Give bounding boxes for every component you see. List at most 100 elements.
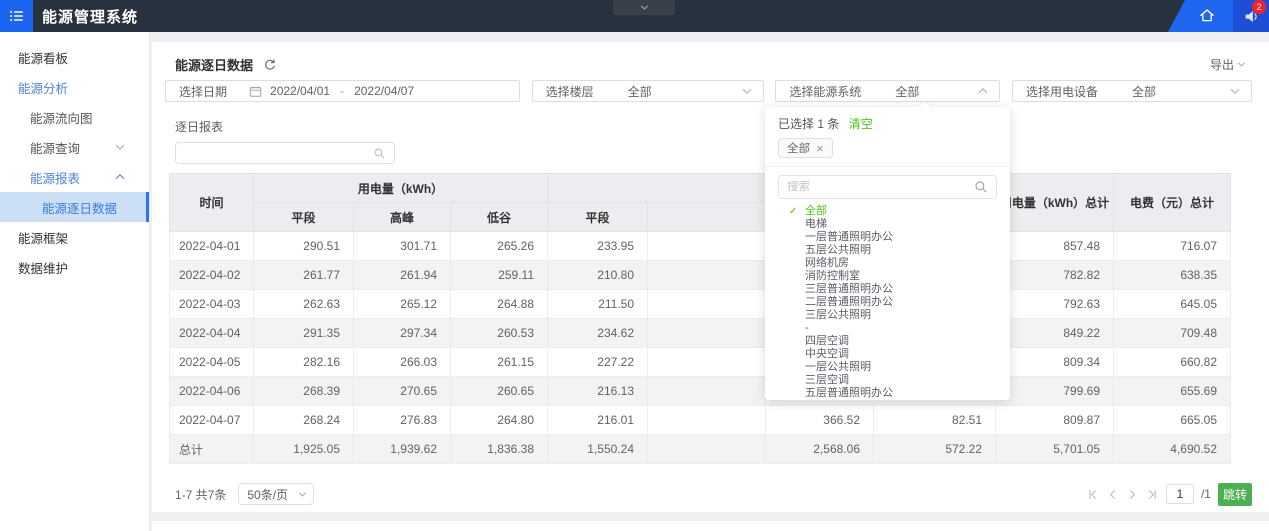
- dropdown-option[interactable]: 一层普通照明办公: [765, 231, 1010, 244]
- dropdown-option[interactable]: 网络机房: [765, 257, 1010, 270]
- sidebar-item-energy-analysis[interactable]: 能源分析: [0, 72, 149, 102]
- dropdown-option-label: 三层空调: [805, 374, 849, 386]
- dropdown-option-label: 四层空调: [805, 335, 849, 347]
- section-title: 逐日报表: [175, 118, 223, 135]
- energy-system-dropdown-panel: 已选择 1 条 清空 全部 × ✓全部电梯一层普通照明办公五层公共照明网络机房消…: [765, 107, 1010, 400]
- sidebar-item-data-maintenance[interactable]: 数据维护: [0, 252, 149, 282]
- chevron-right-icon: [1126, 488, 1139, 501]
- table-row: 2022-04-07268.24276.83264.80216.01366.52…: [170, 406, 1231, 435]
- dropdown-option-list: ✓全部电梯一层普通照明办公五层公共照明网络机房消防控制室三层普通照明办公二层普通…: [765, 203, 1010, 400]
- col-header-total-fee: 电费（元）总计: [1114, 174, 1231, 232]
- energy-system-select[interactable]: 选择能源系统 全部: [775, 80, 1000, 102]
- col-header-time: 时间: [170, 174, 254, 232]
- dropdown-option-label: 二层普通照明办公: [805, 296, 893, 308]
- device-select[interactable]: 选择用电设备 全部: [1012, 80, 1252, 102]
- value-cell: 782.82: [996, 261, 1114, 290]
- system-select-value: 全部: [895, 83, 919, 100]
- refresh-button[interactable]: [263, 58, 277, 72]
- value-cell: 5,701.05: [996, 435, 1114, 464]
- selected-tag-label: 全部: [787, 140, 810, 156]
- value-cell: 82.51: [874, 406, 996, 435]
- search-icon: [974, 180, 988, 194]
- value-cell: 1,925.05: [254, 435, 354, 464]
- dropdown-search-input[interactable]: [779, 181, 974, 193]
- value-cell: 1,550.24: [548, 435, 648, 464]
- date-cell: 2022-04-04: [170, 319, 254, 348]
- device-select-label: 选择用电设备: [1026, 83, 1098, 100]
- sidebar-item-energy-query[interactable]: 能源查询: [0, 132, 149, 162]
- top-navbar: 能源管理系统 2: [0, 0, 1269, 32]
- app-title: 能源管理系统: [42, 6, 138, 27]
- value-cell: 857.48: [996, 232, 1114, 261]
- home-button[interactable]: [1198, 6, 1216, 27]
- floor-select[interactable]: 选择楼层 全部: [532, 80, 764, 102]
- dropdown-option-label: 一层公共照明: [805, 361, 871, 373]
- table-row: 2022-04-04291.35297.34260.53234.62849.22…: [170, 319, 1231, 348]
- check-icon: ✓: [789, 205, 797, 218]
- dropdown-option[interactable]: 三层普通照明办公: [765, 283, 1010, 296]
- dropdown-option[interactable]: 三层空调: [765, 374, 1010, 387]
- date-cell: 2022-04-02: [170, 261, 254, 290]
- value-cell: 849.22: [996, 319, 1114, 348]
- sidebar-item-energy-daily-data[interactable]: 能源逐日数据: [0, 192, 149, 222]
- value-cell: 799.69: [996, 377, 1114, 406]
- date-cell: 2022-04-01: [170, 232, 254, 261]
- jump-button[interactable]: 跳转: [1218, 483, 1252, 506]
- sidebar-item-energy-flow-diagram[interactable]: 能源流向图: [0, 102, 149, 132]
- dropdown-option[interactable]: 三层公共照明: [765, 309, 1010, 322]
- dropdown-option[interactable]: 四层空调: [765, 335, 1010, 348]
- dropdown-option[interactable]: 五层普通照明办公: [765, 387, 1010, 400]
- next-page-button[interactable]: [1126, 488, 1139, 501]
- page-size-select[interactable]: 50条/页: [238, 483, 314, 505]
- dropdown-option[interactable]: 中央空调: [765, 348, 1010, 361]
- value-cell: 290.51: [254, 232, 354, 261]
- dropdown-option-label: -: [805, 322, 809, 334]
- tag-close-icon[interactable]: ×: [816, 142, 824, 155]
- dropdown-clear-button[interactable]: 清空: [849, 117, 873, 131]
- sidebar-item-energy-report[interactable]: 能源报表: [0, 162, 149, 192]
- refresh-icon: [263, 58, 277, 72]
- home-icon: [1198, 6, 1216, 24]
- col-subheader: 平段: [254, 203, 354, 232]
- sidebar-item-energy-framework[interactable]: 能源框架: [0, 222, 149, 252]
- navbar-collapse-tab[interactable]: [613, 0, 675, 15]
- value-cell: 265.26: [451, 232, 548, 261]
- value-cell: 260.53: [451, 319, 548, 348]
- dropdown-option[interactable]: ✓全部: [765, 205, 1010, 218]
- export-button[interactable]: 导出: [1210, 56, 1244, 73]
- dropdown-option[interactable]: 一层公共照明: [765, 361, 1010, 374]
- floor-select-label: 选择楼层: [546, 83, 594, 100]
- value-cell: 233.95: [548, 232, 648, 261]
- last-page-icon: [1146, 488, 1159, 501]
- value-cell: 809.34: [996, 348, 1114, 377]
- dropdown-option[interactable]: -: [765, 322, 1010, 335]
- first-page-button[interactable]: [1086, 488, 1099, 501]
- value-cell: 1,939.62: [354, 435, 451, 464]
- value-cell: 716.07: [1114, 232, 1231, 261]
- value-cell: 655.69: [1114, 377, 1231, 406]
- dropdown-search-box[interactable]: [778, 175, 997, 199]
- sidebar-item-energy-dashboard[interactable]: 能源看板: [0, 42, 149, 72]
- dropdown-option[interactable]: 二层普通照明办公: [765, 296, 1010, 309]
- dropdown-option[interactable]: 电梯: [765, 218, 1010, 231]
- report-search-input[interactable]: [176, 144, 373, 162]
- notification-button[interactable]: 2: [1233, 0, 1269, 32]
- last-page-button[interactable]: [1146, 488, 1159, 501]
- report-search-box[interactable]: [175, 142, 395, 164]
- page-number-input[interactable]: [1166, 484, 1194, 504]
- date-range-picker[interactable]: 选择日期 2022/04/01 - 2022/04/07: [165, 80, 520, 102]
- chevron-down-icon: [116, 141, 124, 149]
- value-cell: 660.82: [1114, 348, 1231, 377]
- col-subheader: 高峰: [354, 203, 451, 232]
- sidebar-item-label: 能源看板: [18, 48, 68, 67]
- prev-page-button[interactable]: [1106, 488, 1119, 501]
- value-cell: 366.52: [766, 406, 874, 435]
- dropdown-option-label: 网络机房: [805, 257, 849, 269]
- dropdown-option[interactable]: 五层公共照明: [765, 244, 1010, 257]
- chevron-up-icon: [116, 174, 124, 182]
- menu-toggle-button[interactable]: [0, 0, 33, 32]
- value-cell: 259.11: [451, 261, 548, 290]
- table-row: 2022-04-05282.16266.03261.15227.22809.34…: [170, 348, 1231, 377]
- dropdown-option[interactable]: 消防控制室: [765, 270, 1010, 283]
- value-cell: 638.35: [1114, 261, 1231, 290]
